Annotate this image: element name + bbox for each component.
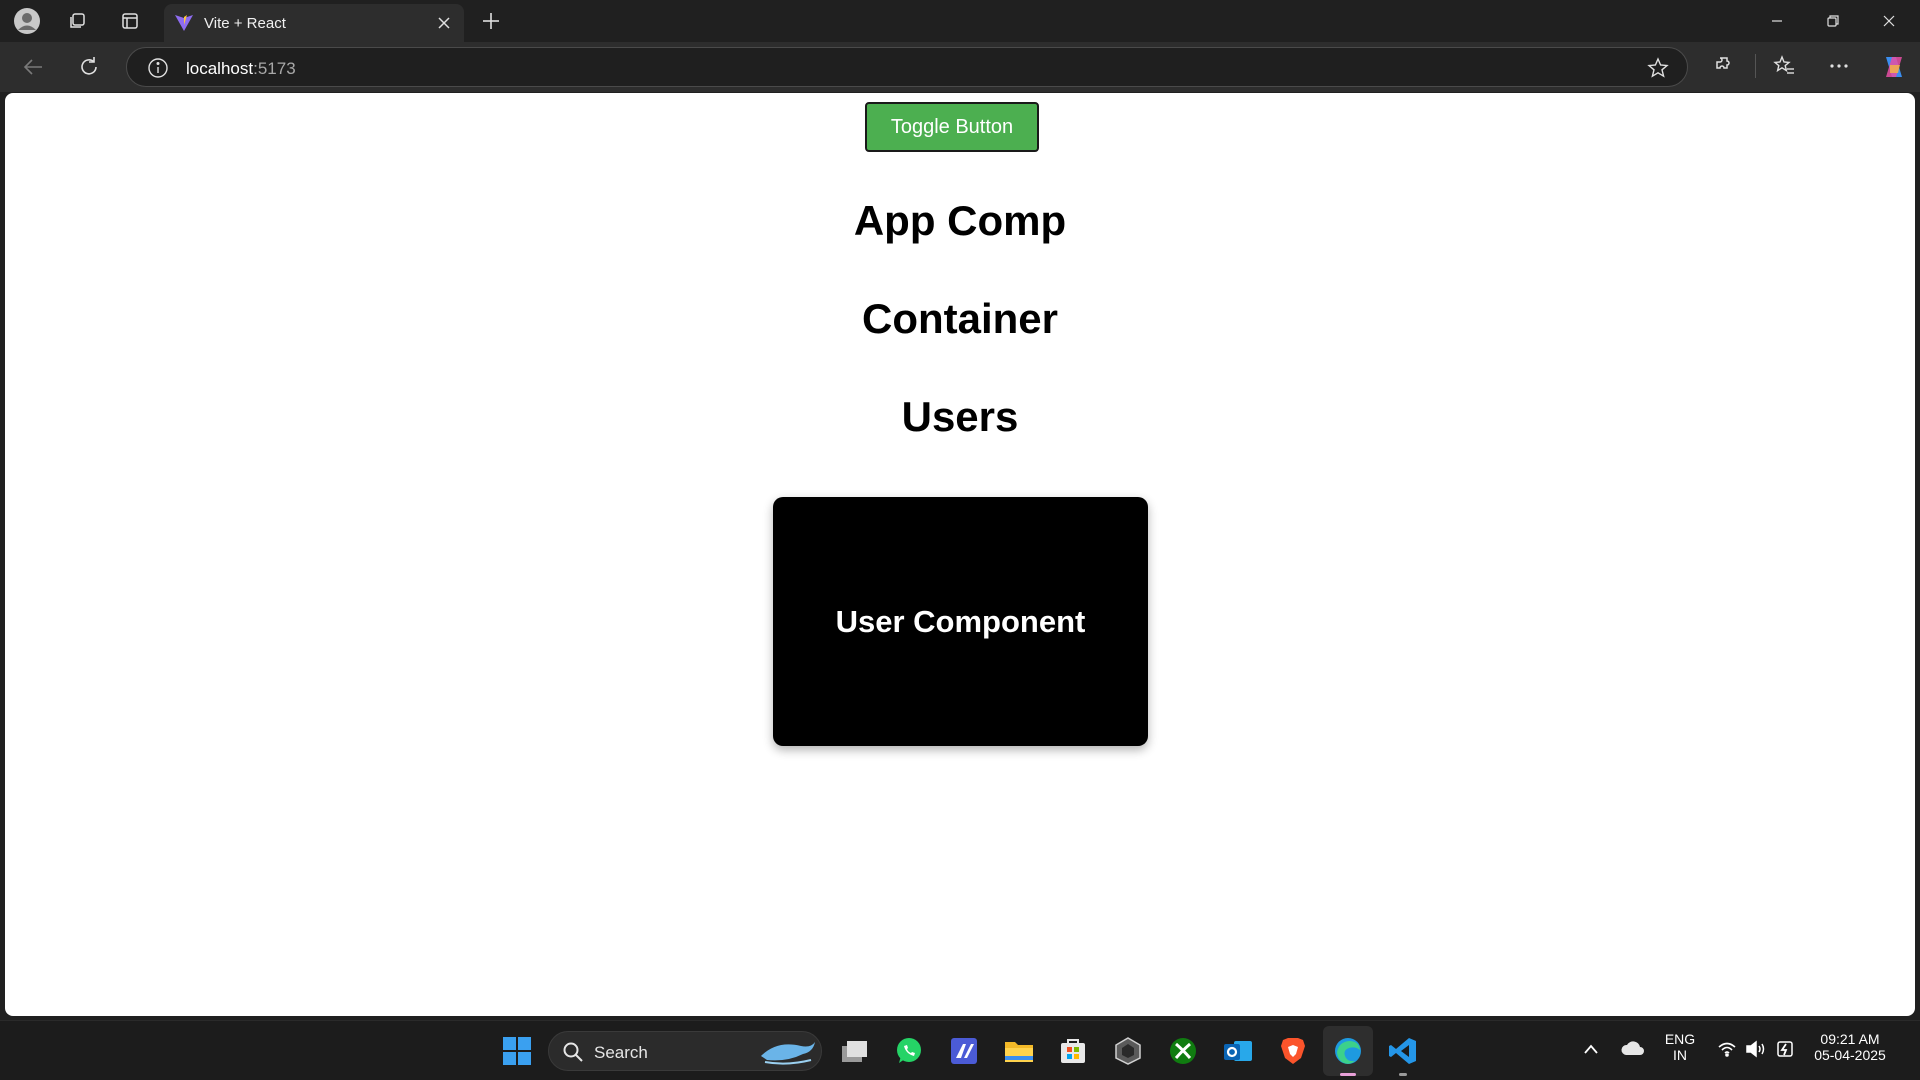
vertical-tabs-icon[interactable] <box>115 8 145 34</box>
search-icon <box>562 1041 584 1068</box>
extensions-icon[interactable] <box>1713 55 1735 82</box>
heading-app-comp: App Comp <box>853 197 1067 244</box>
favorite-star-icon[interactable] <box>1647 57 1669 84</box>
browser-toolbar: localhost:5173 <box>0 42 1920 92</box>
url-port: :5173 <box>253 59 296 78</box>
clock[interactable]: 09:21 AM 05-04-2025 <box>1808 1031 1892 1063</box>
outlook-icon[interactable] <box>1218 1031 1258 1071</box>
running-indicator <box>1399 1073 1407 1076</box>
start-icon[interactable] <box>497 1031 537 1071</box>
user-component-card: User Component <box>773 497 1148 746</box>
more-menu-icon[interactable] <box>1828 55 1850 82</box>
new-tab-icon[interactable] <box>478 8 504 34</box>
vscode-icon[interactable] <box>1383 1031 1423 1076</box>
search-label: Search <box>594 1043 648 1062</box>
brave-icon[interactable] <box>1273 1031 1313 1071</box>
vite-logo-icon <box>174 14 194 37</box>
tab-title: Vite + React <box>204 15 286 32</box>
toolbar-divider <box>1755 54 1756 78</box>
edge-icon[interactable] <box>1323 1026 1373 1076</box>
refresh-icon[interactable] <box>78 56 100 83</box>
back-arrow-icon[interactable] <box>22 56 44 83</box>
minimize-icon[interactable] <box>1754 6 1800 36</box>
workspaces-icon[interactable] <box>62 8 92 34</box>
xbox-icon[interactable] <box>1163 1031 1203 1071</box>
editor-app-icon[interactable] <box>944 1031 984 1071</box>
heading-container: Container <box>861 295 1058 342</box>
close-window-icon[interactable] <box>1866 6 1912 36</box>
url-host: localhost <box>186 59 254 78</box>
language-line2: IN <box>1673 1047 1687 1063</box>
wifi-icon[interactable] <box>1717 1041 1737 1062</box>
tab-vite-react[interactable]: Vite + React <box>164 4 464 42</box>
taskbar-search-box[interactable]: Search <box>548 1031 822 1071</box>
windows-taskbar: Search ENG IN 09:21 AM 05-04-2025 <box>0 1020 1920 1080</box>
whatsapp-icon[interactable] <box>889 1031 929 1071</box>
language-line1: ENG <box>1664 1031 1696 1047</box>
toggle-button[interactable]: Toggle Button <box>865 102 1039 152</box>
file-explorer-icon[interactable] <box>999 1031 1039 1071</box>
user-component-label: User Component <box>835 603 1086 639</box>
clock-date: 05-04-2025 <box>1814 1047 1886 1063</box>
search-highlight-dolphin-icon <box>757 1036 817 1073</box>
language-indicator[interactable]: ENG IN <box>1660 1031 1700 1063</box>
onedrive-cloud-icon[interactable] <box>1621 1040 1645 1061</box>
task-view-icon[interactable] <box>835 1031 875 1071</box>
volume-icon[interactable] <box>1745 1040 1767 1063</box>
restore-icon[interactable] <box>1810 6 1856 36</box>
address-bar[interactable]: localhost:5173 <box>126 47 1688 87</box>
tab-close-icon[interactable] <box>434 13 454 33</box>
heading-users: Users <box>901 393 1019 440</box>
copilot-icon[interactable] <box>1880 53 1908 86</box>
url-text: localhost:5173 <box>186 59 296 79</box>
browser-title-bar: Vite + React <box>0 0 1920 42</box>
unity-icon[interactable] <box>1108 1031 1148 1071</box>
profile-avatar-icon[interactable] <box>12 8 42 34</box>
web-page-viewport: Toggle Button App Comp Container Users U… <box>5 93 1915 1016</box>
running-indicator <box>1340 1073 1356 1076</box>
battery-charging-icon[interactable] <box>1774 1040 1796 1063</box>
show-hidden-icons-chevron-icon[interactable] <box>1583 1042 1599 1060</box>
favorites-icon[interactable] <box>1773 55 1795 82</box>
clock-time: 09:21 AM <box>1820 1031 1880 1047</box>
microsoft-store-icon[interactable] <box>1053 1031 1093 1071</box>
site-info-icon[interactable] <box>147 57 169 84</box>
